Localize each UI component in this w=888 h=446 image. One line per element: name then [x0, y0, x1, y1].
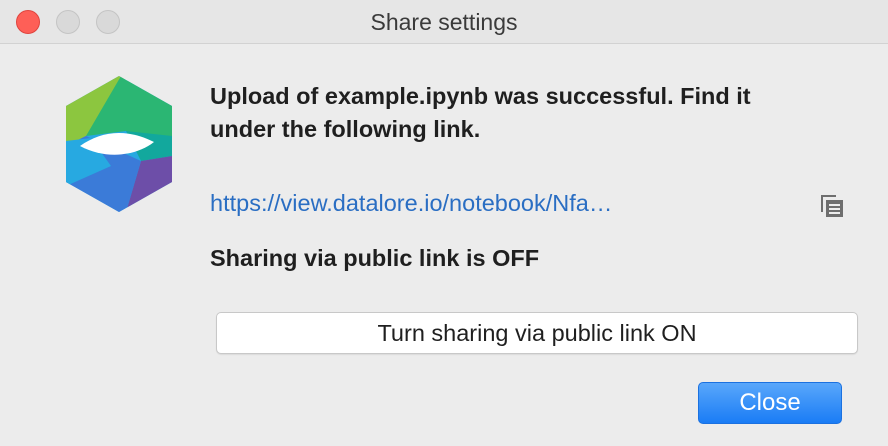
message-line-1: Upload of example.ipynb was successful. …: [210, 83, 751, 109]
message-line-2: under the following link.: [210, 116, 481, 142]
share-link[interactable]: https://view.datalore.io/notebook/Nfa…: [210, 190, 770, 217]
sharing-status-text: Sharing via public link is OFF: [210, 245, 540, 271]
upload-success-message: Upload of example.ipynb was successful. …: [210, 80, 850, 146]
window-title: Share settings: [370, 9, 518, 35]
turn-sharing-on-button[interactable]: Turn sharing via public link ON: [216, 312, 858, 354]
datalore-logo-icon: [66, 76, 172, 212]
title-bar: Share settings: [0, 0, 888, 44]
share-settings-window: Share settings Upload of example.ipynb w…: [0, 0, 888, 446]
copy-icon[interactable]: [818, 191, 846, 219]
close-button[interactable]: Close: [698, 382, 842, 424]
